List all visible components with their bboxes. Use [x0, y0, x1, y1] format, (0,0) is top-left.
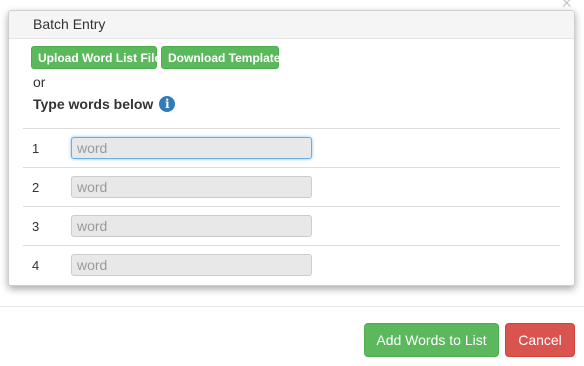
panel-body: Upload Word List File Download Template … [23, 39, 560, 285]
word-row: 3 [23, 206, 560, 245]
row-number: 3 [32, 219, 40, 234]
panel-title: Batch Entry [33, 16, 106, 32]
word-input[interactable] [71, 254, 312, 276]
type-words-label: Type words below [33, 96, 154, 112]
add-words-to-list-button[interactable]: Add Words to List [364, 323, 499, 357]
row-number: 4 [32, 258, 40, 273]
panel-header: Batch Entry [9, 11, 574, 39]
row-number: 1 [32, 141, 40, 156]
word-input[interactable] [71, 137, 312, 159]
or-text: or [33, 74, 46, 90]
batch-entry-panel: Batch Entry Upload Word List File Downlo… [8, 10, 575, 286]
word-input[interactable] [71, 176, 312, 198]
upload-word-list-button[interactable]: Upload Word List File [31, 46, 161, 69]
type-words-heading: Type words below i [33, 96, 176, 112]
word-row: 1 [23, 128, 560, 167]
footer-divider [0, 306, 584, 307]
word-row: 4 [23, 245, 560, 284]
cancel-button[interactable]: Cancel [505, 323, 575, 357]
word-row: 2 [23, 167, 560, 206]
info-icon[interactable]: i [159, 96, 176, 112]
download-template-button[interactable]: Download Template [161, 46, 280, 69]
word-input[interactable] [71, 215, 312, 237]
word-rows: 1 2 3 4 [23, 128, 560, 284]
row-number: 2 [32, 180, 40, 195]
